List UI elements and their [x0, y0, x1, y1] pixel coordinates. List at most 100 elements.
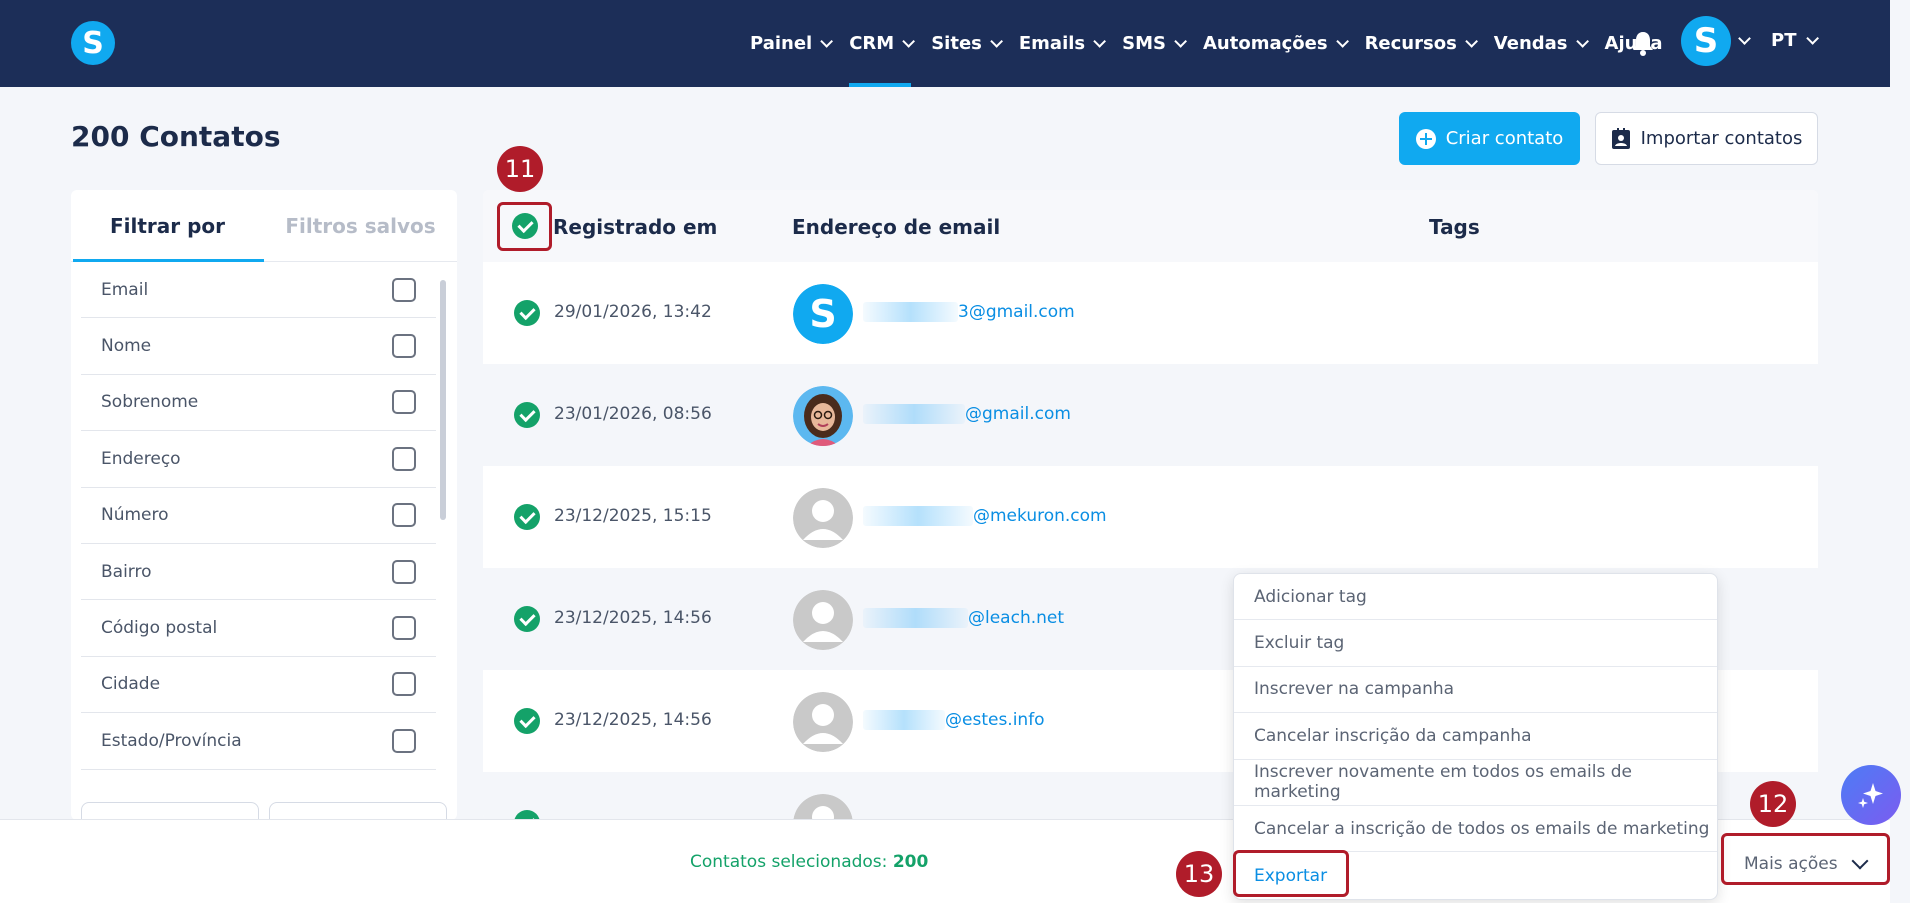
filter-row-cidade: Cidade — [81, 657, 436, 714]
menu-item-delete-tag[interactable]: Excluir tag — [1234, 620, 1717, 667]
chevron-down-icon[interactable] — [1738, 32, 1751, 45]
table-row[interactable]: 23/01/2026, 08:56 @gmail.com — [483, 364, 1818, 466]
avatar — [793, 794, 853, 820]
chevron-down-icon — [1575, 35, 1589, 48]
nav-item-automacoes[interactable]: Automações — [1203, 0, 1349, 87]
email-link[interactable]: 3@gmail.com — [863, 302, 1075, 322]
annotation-badge: 11 — [497, 146, 543, 192]
user-photo-icon — [793, 386, 853, 446]
filter-action-button[interactable] — [81, 802, 259, 820]
menu-item-unsubscribe-campaign[interactable]: Cancelar inscrição da campanha — [1234, 713, 1717, 760]
top-navigation: S Painel CRM Sites Emails SMS Automações… — [0, 0, 1890, 87]
ai-assistant-button[interactable] — [1841, 765, 1901, 825]
filter-checkbox[interactable] — [392, 334, 416, 359]
column-email[interactable]: Endereço de email — [792, 215, 1000, 239]
avatar — [793, 386, 853, 446]
menu-item-unsubscribe-all[interactable]: Cancelar a inscrição de todos os emails … — [1234, 806, 1717, 853]
filter-checkbox[interactable] — [392, 672, 416, 697]
brand-s-icon: S — [793, 284, 853, 344]
avatar — [793, 590, 853, 650]
filter-tabs: Filtrar por Filtros salvos — [71, 190, 457, 262]
filter-row-endereco: Endereço — [81, 431, 436, 488]
filter-field-list: Email Nome Sobrenome Endereço Número Bai… — [81, 262, 436, 770]
email-link[interactable]: @leach.net — [863, 608, 1064, 628]
filter-action-button[interactable] — [269, 802, 447, 820]
annotation-box-more-actions — [1721, 833, 1890, 885]
menu-item-subscribe-campaign[interactable]: Inscrever na campanha — [1234, 667, 1717, 714]
row-checkbox[interactable] — [514, 708, 540, 734]
filter-checkbox[interactable] — [392, 728, 416, 753]
tab-saved-filters[interactable]: Filtros salvos — [264, 190, 457, 261]
email-link[interactable]: @estes.info — [863, 710, 1045, 730]
registered-date: 23/01/2026, 08:56 — [554, 404, 712, 424]
language-selector[interactable]: PT — [1771, 30, 1820, 51]
filter-row-codigo-postal: Código postal — [81, 600, 436, 657]
email-link[interactable]: @gmail.com — [863, 404, 1071, 424]
nav-item-sites[interactable]: Sites — [931, 0, 1003, 87]
chevron-down-icon — [1806, 32, 1820, 45]
chevron-down-icon — [1335, 35, 1349, 48]
filter-row-estado: Estado/Província — [81, 713, 436, 770]
chevron-down-icon — [1174, 35, 1187, 48]
filter-row-email: Email — [81, 262, 436, 319]
filter-scrollbar[interactable] — [440, 280, 446, 520]
annotation-box-select-all — [497, 202, 552, 251]
filter-checkbox[interactable] — [392, 616, 416, 641]
filter-checkbox[interactable] — [392, 446, 416, 471]
nav-item-vendas[interactable]: Vendas — [1494, 0, 1589, 87]
annotation-badge: 13 — [1176, 851, 1222, 897]
selected-contacts-count: Contatos selecionados: 200 — [690, 852, 929, 872]
filter-row-nome: Nome — [81, 318, 436, 375]
registered-date: 23/12/2025, 14:56 — [554, 608, 712, 628]
filter-checkbox[interactable] — [392, 559, 416, 584]
row-checkbox[interactable] — [514, 504, 540, 530]
avatar — [793, 488, 853, 548]
annotation-badge: 12 — [1750, 781, 1796, 827]
column-registered[interactable]: Registrado em — [553, 215, 717, 239]
filter-panel: Filtrar por Filtros salvos Email Nome So… — [71, 190, 457, 820]
nav-item-crm[interactable]: CRM — [849, 0, 916, 87]
filter-row-sobrenome: Sobrenome — [81, 375, 436, 432]
chevron-down-icon — [990, 35, 1003, 48]
user-avatar[interactable]: S — [1681, 16, 1731, 66]
avatar — [793, 692, 853, 752]
chevron-down-icon — [1465, 35, 1478, 48]
registered-date: 23/12/2025, 14:56 — [554, 710, 712, 730]
menu-item-resubscribe-all[interactable]: Inscrever novamente em todos os emails d… — [1234, 760, 1717, 806]
table-row[interactable]: 29/01/2026, 13:42 S 3@gmail.com — [483, 262, 1818, 364]
filter-row-numero: Número — [81, 488, 436, 544]
nav-item-recursos[interactable]: Recursos — [1365, 0, 1478, 87]
user-placeholder-icon — [793, 488, 853, 548]
annotation-box-export — [1233, 850, 1349, 897]
chevron-down-icon — [820, 35, 834, 48]
nav-item-sms[interactable]: SMS — [1122, 0, 1187, 87]
user-placeholder-icon — [793, 794, 853, 820]
chevron-down-icon — [1093, 35, 1107, 48]
page-title: 200 Contatos — [71, 120, 281, 153]
nav-item-emails[interactable]: Emails — [1019, 0, 1107, 87]
import-contacts-button[interactable]: Importar contatos — [1595, 112, 1818, 165]
chevron-down-icon — [902, 35, 916, 48]
row-checkbox[interactable] — [514, 606, 540, 632]
sparkle-icon — [1858, 783, 1883, 808]
brand-logo[interactable]: S — [71, 21, 115, 65]
row-checkbox[interactable] — [514, 402, 540, 428]
registered-date: 29/01/2026, 13:42 — [554, 302, 712, 322]
svg-text:S: S — [809, 292, 836, 336]
bell-icon[interactable] — [1632, 30, 1654, 56]
menu-item-add-tag[interactable]: Adicionar tag — [1234, 574, 1717, 621]
nav-item-painel[interactable]: Painel — [750, 0, 834, 87]
registered-date: 23/12/2025, 15:15 — [554, 506, 712, 526]
user-placeholder-icon — [793, 692, 853, 752]
avatar: S — [793, 284, 853, 344]
row-checkbox[interactable] — [514, 300, 540, 326]
filter-checkbox[interactable] — [392, 390, 416, 415]
column-tags[interactable]: Tags — [1429, 215, 1480, 239]
user-placeholder-icon — [793, 590, 853, 650]
filter-checkbox[interactable] — [392, 277, 416, 302]
filter-checkbox[interactable] — [392, 503, 416, 528]
create-contact-button[interactable]: Criar contato — [1399, 112, 1580, 165]
table-row[interactable]: 23/12/2025, 15:15 @mekuron.com — [483, 466, 1818, 568]
tab-filter-by[interactable]: Filtrar por — [71, 190, 264, 262]
email-link[interactable]: @mekuron.com — [863, 506, 1107, 526]
